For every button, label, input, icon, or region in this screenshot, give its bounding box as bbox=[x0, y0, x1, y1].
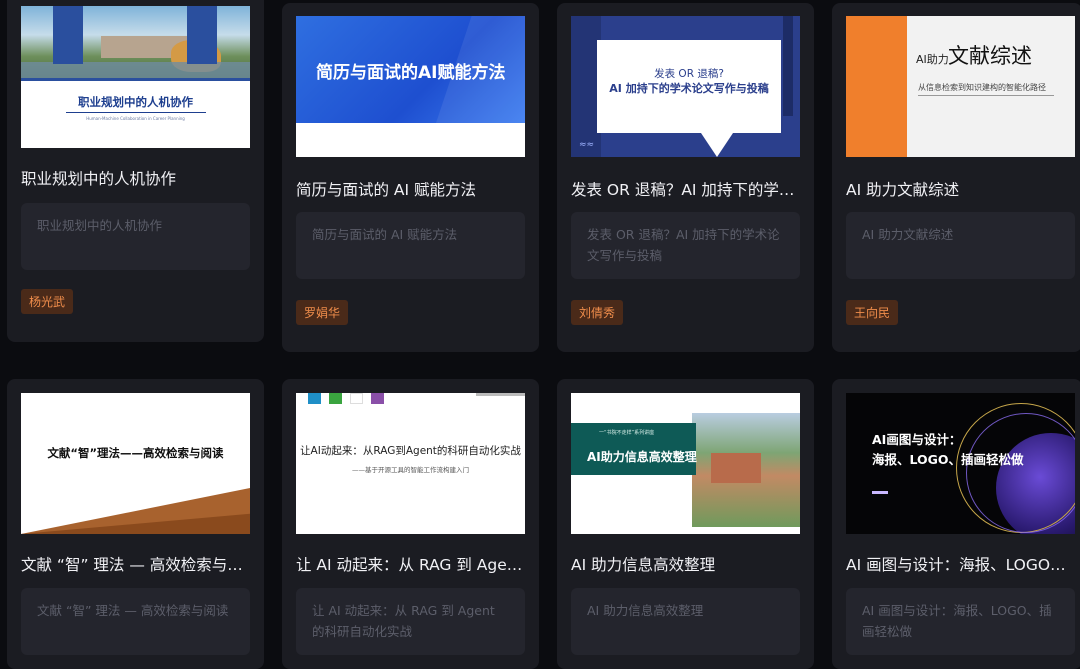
course-title[interactable]: 让 AI 动起来：从 RAG 到 Agent… bbox=[296, 553, 525, 575]
course-thumbnail[interactable]: 一“书院不走样”系列讲座 AI助力信息高效整理 bbox=[571, 393, 800, 534]
thumb-line1: 发表 OR 退稿? bbox=[654, 68, 724, 80]
thumb-top: 一“书院不走样”系列讲座 bbox=[599, 430, 655, 436]
course-card[interactable]: AI助力 文献综述 从信息检索到知识建构的智能化路径 AI 助力文献综述 AI … bbox=[832, 3, 1080, 352]
course-title[interactable]: AI 画图与设计：海报、LOGO、… bbox=[846, 553, 1068, 575]
course-title[interactable]: 发表 OR 退稿？AI 加持下的学… bbox=[571, 178, 800, 200]
thumb-line2: 海报、LOGO、插画轻松做 bbox=[872, 452, 1024, 467]
thumb-line1: AI画图与设计： bbox=[872, 432, 962, 447]
course-card[interactable]: 让AI动起来：从RAG到Agent的科研自动化实战 ——基于开源工具的智能工作流… bbox=[282, 379, 539, 669]
course-card[interactable]: 一“书院不走样”系列讲座 AI助力信息高效整理 AI 助力信息高效整理 AI 助… bbox=[557, 379, 814, 669]
course-card[interactable]: 简历与面试的AI赋能方法 简历与面试的 AI 赋能方法 简历与面试的 AI 赋能… bbox=[282, 3, 539, 352]
course-thumbnail[interactable]: 文献“智”理法——高效检索与阅读 bbox=[21, 393, 250, 534]
author-tag[interactable]: 杨光武 bbox=[21, 289, 74, 314]
course-description: AI 助力文献综述 bbox=[846, 212, 1075, 279]
course-thumbnail[interactable]: 发表 OR 退稿? AI 加持下的学术论文写作与投稿 ≈≈ bbox=[571, 16, 800, 157]
course-card[interactable]: 职业规划中的人机协作 Human-Machine Collaboration i… bbox=[7, 0, 264, 342]
thumb-headline: 简历与面试的AI赋能方法 bbox=[316, 63, 506, 83]
course-title[interactable]: 文献 “智” 理法 — 高效检索与阅读 bbox=[21, 553, 250, 575]
course-title[interactable]: AI 助力信息高效整理 bbox=[571, 553, 800, 575]
course-description: 发表 OR 退稿？AI 加持下的学术论文写作与投稿 bbox=[571, 212, 800, 279]
thumb-headline: 职业规划中的人机协作 bbox=[78, 95, 193, 109]
thumb-headline: AI助力信息高效整理 bbox=[587, 450, 697, 464]
course-title[interactable]: 职业规划中的人机协作 bbox=[21, 167, 250, 189]
course-title[interactable]: AI 助力文献综述 bbox=[846, 178, 1068, 200]
thumb-line2: AI 加持下的学术论文写作与投稿 bbox=[609, 82, 769, 95]
course-description: AI 画图与设计：海报、LOGO、插画轻松做 bbox=[846, 588, 1075, 655]
course-card[interactable]: 文献“智”理法——高效检索与阅读 文献 “智” 理法 — 高效检索与阅读 文献 … bbox=[7, 379, 264, 669]
course-title[interactable]: 简历与面试的 AI 赋能方法 bbox=[296, 178, 525, 200]
course-thumbnail[interactable]: AI画图与设计： 海报、LOGO、插画轻松做 bbox=[846, 393, 1075, 534]
author-tag[interactable]: 王向民 bbox=[846, 300, 899, 325]
thumb-headline: 让AI动起来：从RAG到Agent的科研自动化实战 bbox=[300, 445, 521, 457]
course-description: 文献 “智” 理法 — 高效检索与阅读 bbox=[21, 588, 250, 655]
course-description: AI 助力信息高效整理 bbox=[571, 588, 800, 655]
course-card[interactable]: 发表 OR 退稿? AI 加持下的学术论文写作与投稿 ≈≈ 发表 OR 退稿？A… bbox=[557, 3, 814, 352]
thumb-prefix: AI助力 bbox=[916, 53, 949, 66]
author-tag[interactable]: 刘倩秀 bbox=[571, 300, 624, 325]
course-thumbnail[interactable]: 职业规划中的人机协作 Human-Machine Collaboration i… bbox=[21, 6, 250, 148]
thumb-sub: 从信息检索到知识建构的智能化路径 bbox=[918, 83, 1046, 92]
course-description: 职业规划中的人机协作 bbox=[21, 203, 250, 270]
course-thumbnail[interactable]: 让AI动起来：从RAG到Agent的科研自动化实战 ——基于开源工具的智能工作流… bbox=[296, 393, 525, 534]
course-description: 让 AI 动起来：从 RAG 到 Agent 的科研自动化实战 bbox=[296, 588, 525, 655]
course-thumbnail[interactable]: AI助力 文献综述 从信息检索到知识建构的智能化路径 bbox=[846, 16, 1075, 157]
thumb-subline: Human-Machine Collaboration in Career Pl… bbox=[86, 116, 185, 121]
thumb-big: 文献综述 bbox=[948, 44, 1032, 68]
thumb-headline: 文献“智”理法——高效检索与阅读 bbox=[47, 446, 224, 460]
wave-icon: ≈≈ bbox=[579, 140, 595, 150]
author-tag[interactable]: 罗娟华 bbox=[296, 300, 349, 325]
course-thumbnail[interactable]: 简历与面试的AI赋能方法 bbox=[296, 16, 525, 157]
thumb-sub: ——基于开源工具的智能工作流构建入门 bbox=[352, 466, 469, 474]
course-description: 简历与面试的 AI 赋能方法 bbox=[296, 212, 525, 279]
course-card[interactable]: AI画图与设计： 海报、LOGO、插画轻松做 AI 画图与设计：海报、LOGO、… bbox=[832, 379, 1080, 669]
